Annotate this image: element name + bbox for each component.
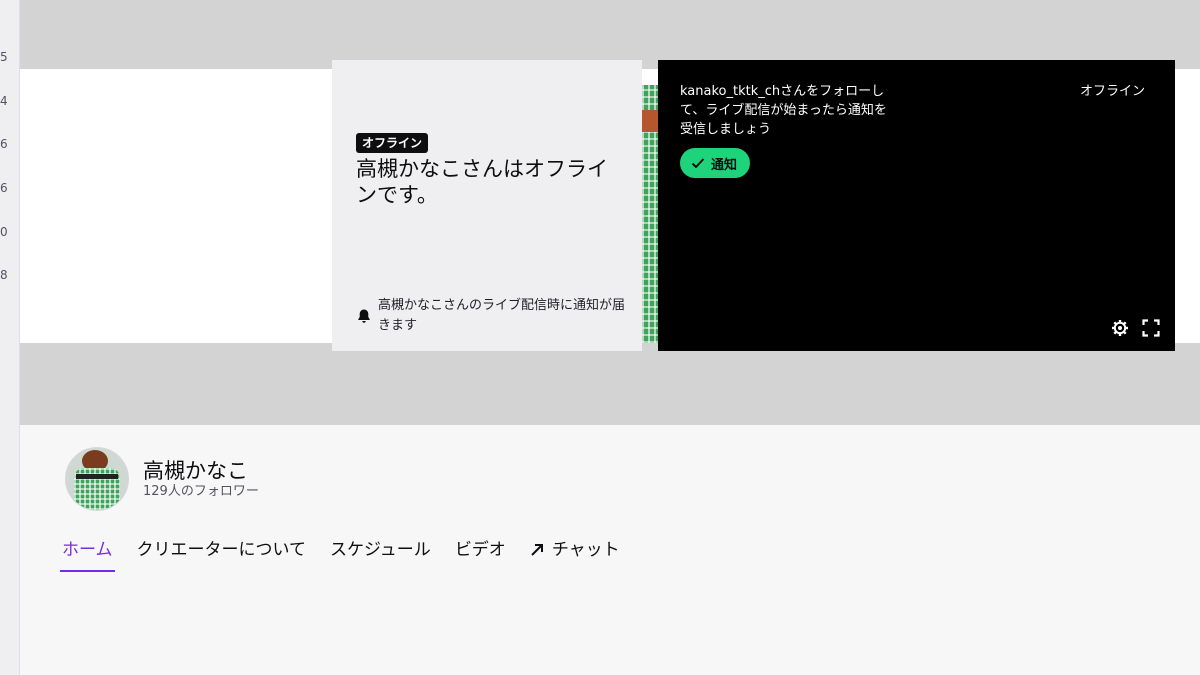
video-player[interactable]: kanako_tktk_chさんをフォローして、ライブ配信が始まったら通知を受信… bbox=[658, 60, 1175, 351]
sidebar-partial-text: 6 bbox=[0, 137, 8, 151]
follower-count: 129人のフォロワー bbox=[143, 484, 259, 499]
tab-about[interactable]: クリエーターについて bbox=[135, 536, 309, 570]
sidebar-partial-text: 4 bbox=[0, 94, 8, 108]
banner-bottom-band bbox=[20, 343, 1200, 425]
tab-label: クリエーターについて bbox=[136, 540, 307, 560]
tab-label: ホーム bbox=[62, 540, 113, 560]
channel-tabs: ホーム クリエーターについて スケジュール ビデオ チャット bbox=[60, 536, 642, 572]
notify-button-label: 通知 bbox=[711, 156, 738, 172]
external-link-icon bbox=[531, 544, 543, 556]
tab-label: チャット bbox=[551, 540, 620, 560]
tab-chat[interactable]: チャット bbox=[528, 536, 622, 570]
avatar[interactable] bbox=[65, 447, 129, 511]
bell-icon bbox=[358, 309, 370, 323]
notify-button[interactable]: 通知 bbox=[680, 148, 751, 178]
tab-label: スケジュール bbox=[330, 540, 431, 560]
offline-card: オフライン 高槻かなこさんはオフラインです。 高槻かなこさんのライブ配信時に通知… bbox=[332, 60, 642, 351]
player-status-label: オフライン bbox=[1079, 84, 1145, 99]
offline-title: 高槻かなこさんはオフラインです。 bbox=[356, 157, 608, 207]
left-sidebar-edge: 5 4 6 6 0 8 bbox=[0, 0, 20, 675]
tab-videos[interactable]: ビデオ bbox=[453, 536, 508, 570]
sidebar-partial-text: 8 bbox=[0, 268, 8, 282]
notification-info-text: 高槻かなこさんのライブ配信時に通知が届きます bbox=[378, 298, 626, 333]
tab-schedule[interactable]: スケジュール bbox=[328, 536, 433, 570]
sidebar-partial-text: 6 bbox=[0, 181, 8, 195]
sidebar-partial-text: 0 bbox=[0, 225, 8, 239]
banner-image-fragment bbox=[642, 85, 658, 343]
follow-message: kanako_tktk_chさんをフォローして、ライブ配信が始まったら通知を受信… bbox=[680, 84, 887, 137]
gear-icon[interactable] bbox=[1111, 319, 1129, 337]
banner-top-band bbox=[20, 0, 1200, 69]
channel-profile: 高槻かなこ 129人のフォロワー bbox=[65, 447, 259, 511]
checkmark-icon bbox=[691, 158, 705, 169]
tab-home[interactable]: ホーム bbox=[60, 536, 115, 572]
sidebar-partial-text: 5 bbox=[0, 50, 8, 64]
notification-info: 高槻かなこさんのライブ配信時に通知が届きます bbox=[356, 296, 626, 336]
tab-label: ビデオ bbox=[454, 540, 506, 560]
channel-name[interactable]: 高槻かなこ bbox=[143, 458, 259, 484]
offline-badge: オフライン bbox=[356, 133, 429, 153]
fullscreen-icon[interactable] bbox=[1142, 319, 1160, 337]
